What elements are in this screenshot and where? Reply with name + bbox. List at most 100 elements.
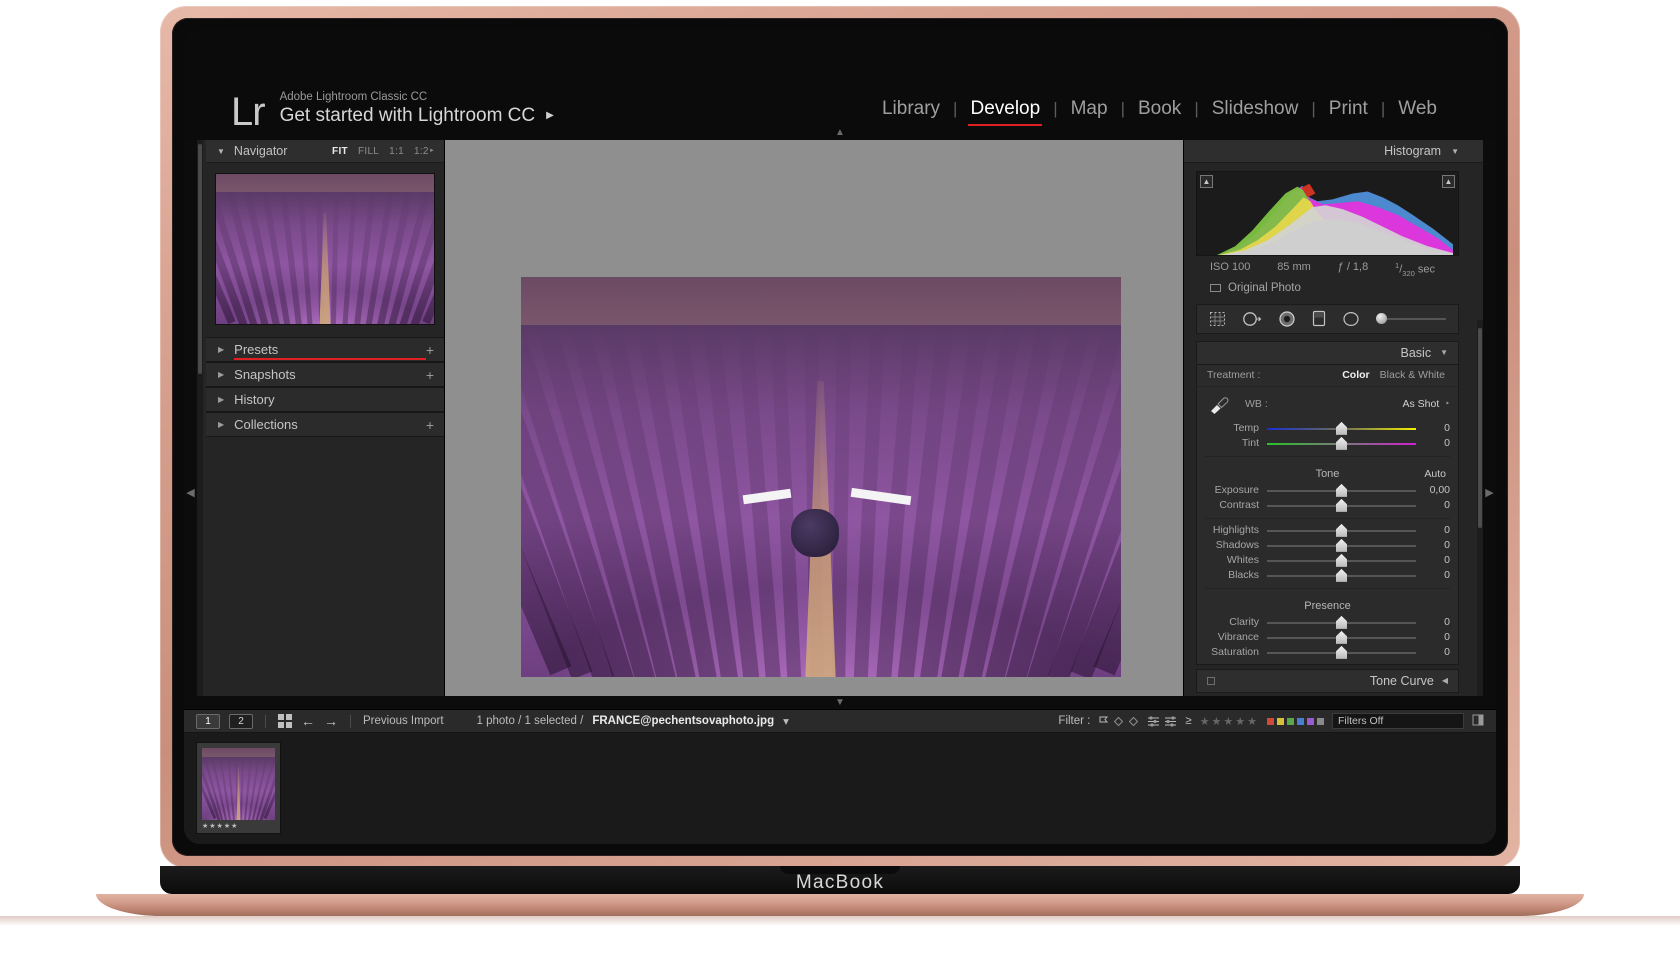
filter-toggle-icon[interactable] [1472, 714, 1484, 729]
color-label-2[interactable] [1287, 717, 1294, 725]
panel-section-snapshots[interactable]: ▶ Snapshots + [206, 362, 444, 387]
tone-auto-button[interactable]: Auto [1424, 468, 1446, 480]
module-library[interactable]: Library [869, 98, 953, 120]
slider-track[interactable] [1267, 630, 1416, 644]
flag-filter-icons[interactable] [1098, 716, 1139, 727]
panel-section-collections[interactable]: ▶ Collections + [206, 412, 444, 437]
navigator-preview[interactable] [215, 173, 435, 325]
basic-panel-header[interactable]: Basic ▼ [1196, 340, 1459, 365]
filters-preset-select[interactable]: Filters Off [1332, 713, 1464, 729]
color-label-4[interactable] [1307, 717, 1314, 725]
color-label-3[interactable] [1297, 717, 1304, 725]
white-balance-caret-icon[interactable]: ‣ [1445, 399, 1450, 408]
section-disclosure-icon[interactable]: ▶ [218, 395, 224, 404]
navigator-header[interactable]: ▼ Navigator FIT FILL 1:1 1:2 ‣ [206, 140, 444, 163]
slider-track[interactable] [1267, 483, 1416, 497]
filmstrip-source[interactable]: Previous Import [363, 715, 444, 727]
photo-preview[interactable] [520, 277, 1121, 677]
section-disclosure-icon[interactable]: ▶ [218, 345, 224, 354]
bottom-panel-handle[interactable]: ▼ [184, 696, 1496, 709]
tone-curve-header[interactable]: Tone Curve ◀ [1196, 668, 1459, 693]
panel-section-history[interactable]: ▶ History [206, 387, 444, 412]
slider-knob[interactable] [1336, 436, 1347, 450]
slider-track[interactable] [1267, 568, 1416, 582]
module-print[interactable]: Print [1316, 98, 1381, 120]
white-balance-value[interactable]: As Shot [1403, 398, 1440, 410]
slider-knob[interactable] [1336, 523, 1347, 537]
white-balance-eyedropper-icon[interactable] [1203, 389, 1233, 419]
slider-knob[interactable] [1336, 630, 1347, 644]
section-add-button[interactable]: + [426, 417, 434, 433]
slider-knob[interactable] [1336, 483, 1347, 497]
crop-overlay-icon[interactable] [1209, 311, 1226, 327]
zoom-option-1-2[interactable]: 1:2 [414, 146, 429, 157]
top-panel-handle[interactable]: ▲ [184, 126, 1496, 139]
slider-knob[interactable] [1336, 553, 1347, 567]
section-add-button[interactable]: + [426, 367, 434, 383]
forward-arrow-icon[interactable]: → [324, 713, 338, 729]
navigator-disclosure-icon[interactable]: ▼ [217, 147, 225, 156]
section-disclosure-icon[interactable]: ▶ [218, 420, 224, 429]
slider-temp[interactable]: Temp 0 [1197, 421, 1458, 436]
slider-track[interactable] [1267, 645, 1416, 659]
red-eye-correction-icon[interactable] [1278, 311, 1296, 327]
treatment-option-color[interactable]: Color [1337, 369, 1374, 381]
module-slideshow[interactable]: Slideshow [1199, 98, 1312, 120]
color-label-1[interactable] [1277, 717, 1284, 725]
histogram-header[interactable]: Histogram ▼ [1184, 140, 1483, 163]
color-label-0[interactable] [1267, 717, 1274, 725]
slider-track[interactable] [1267, 436, 1416, 450]
panel-section-presets[interactable]: ▶ Presets + [206, 337, 444, 362]
slider-knob[interactable] [1336, 568, 1347, 582]
module-web[interactable]: Web [1385, 98, 1450, 120]
slider-knob[interactable] [1336, 615, 1347, 629]
radial-filter-icon[interactable] [1342, 311, 1360, 327]
slider-knob[interactable] [1336, 645, 1347, 659]
slider-knob[interactable] [1336, 498, 1347, 512]
treatment-option-bw[interactable]: Black & White [1375, 369, 1450, 381]
section-add-button[interactable]: + [426, 342, 434, 358]
original-photo-row[interactable]: Original Photo [1196, 281, 1459, 301]
navigator-zoom-caret[interactable]: ‣ [429, 146, 435, 157]
slider-track[interactable] [1267, 523, 1416, 537]
tone-curve-switch[interactable] [1207, 676, 1215, 685]
slider-track[interactable] [1267, 538, 1416, 552]
catalog-dropdown-icon[interactable]: ▶ [546, 104, 554, 127]
slider-knob[interactable] [1336, 421, 1347, 435]
slider-highlights[interactable]: Highlights 0 [1197, 523, 1458, 538]
module-develop[interactable]: Develop [957, 98, 1053, 127]
back-arrow-icon[interactable]: ← [301, 713, 315, 729]
module-map[interactable]: Map [1058, 98, 1121, 120]
section-disclosure-icon[interactable]: ▶ [218, 370, 224, 379]
color-label-5[interactable] [1317, 717, 1324, 725]
filmstrip-page-2[interactable]: 2 [229, 713, 253, 729]
module-book[interactable]: Book [1125, 98, 1194, 120]
filmstrip-filename-caret-icon[interactable]: ▾ [783, 714, 789, 728]
slider-clarity[interactable]: Clarity 0 [1197, 615, 1458, 630]
slider-vibrance[interactable]: Vibrance 0 [1197, 630, 1458, 645]
zoom-option-1-1[interactable]: 1:1 [389, 146, 404, 157]
slider-blacks[interactable]: Blacks 0 [1197, 568, 1458, 583]
basic-panel-disclosure-icon[interactable]: ▼ [1440, 348, 1448, 357]
slider-whites[interactable]: Whites 0 [1197, 553, 1458, 568]
adjustment-brush-icon[interactable] [1376, 313, 1446, 325]
slider-track[interactable] [1267, 553, 1416, 567]
filmstrip-filename[interactable]: FRANCE@pechentsovaphoto.jpg [592, 715, 774, 727]
filmstrip-thumbnail[interactable]: ★★★★★ [196, 742, 281, 834]
slider-saturation[interactable]: Saturation 0 [1197, 645, 1458, 660]
slider-exposure[interactable]: Exposure 0,00 [1197, 483, 1458, 498]
grid-view-icon[interactable] [278, 714, 292, 728]
filmstrip-page-1[interactable]: 1 [196, 713, 220, 729]
original-photo-checkbox[interactable] [1210, 283, 1221, 292]
rating-operator[interactable]: ≥ [1185, 715, 1191, 727]
slider-contrast[interactable]: Contrast 0 [1197, 498, 1458, 513]
slider-tint[interactable]: Tint 0 [1197, 436, 1458, 451]
tone-curve-disclosure-icon[interactable]: ◀ [1442, 676, 1448, 685]
slider-shadows[interactable]: Shadows 0 [1197, 538, 1458, 553]
spot-removal-icon[interactable] [1242, 311, 1262, 327]
slider-track[interactable] [1267, 421, 1416, 435]
filmstrip-rating-stars[interactable]: ★★★★★ [1200, 715, 1259, 728]
attribute-filter-icons[interactable] [1147, 715, 1177, 727]
histogram-graph[interactable]: ▲ ▲ [1196, 171, 1459, 256]
color-label-filters[interactable] [1267, 717, 1324, 725]
